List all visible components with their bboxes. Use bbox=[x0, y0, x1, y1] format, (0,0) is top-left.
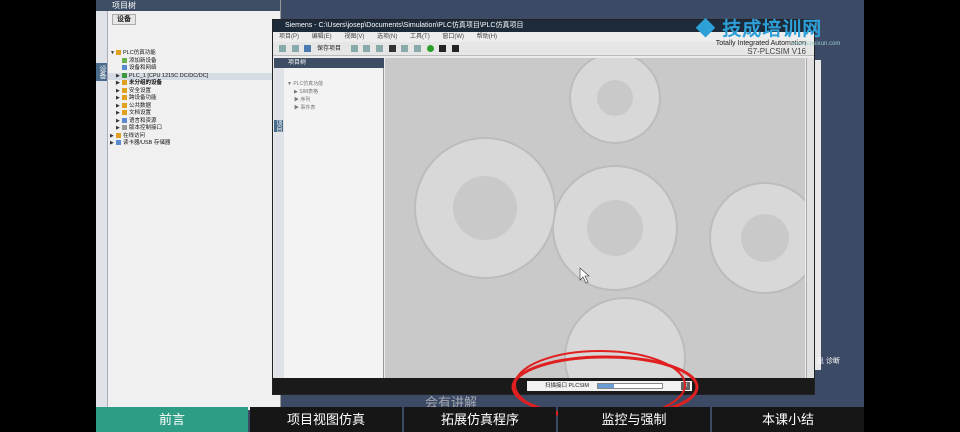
paste-icon[interactable] bbox=[376, 44, 384, 52]
menu-view[interactable]: 视图(V) bbox=[344, 34, 364, 40]
right-strip bbox=[815, 60, 821, 370]
stop-cpu-icon[interactable] bbox=[439, 44, 447, 52]
card-reader-icon bbox=[116, 140, 121, 146]
project-tree-sidebar: 项目 bbox=[274, 68, 284, 379]
redo-icon[interactable] bbox=[414, 44, 422, 52]
cut-icon[interactable] bbox=[350, 44, 358, 52]
tree-item[interactable]: ▶ 版本控制接口 bbox=[108, 125, 281, 133]
menu-tools[interactable]: 工具(T) bbox=[410, 34, 430, 40]
tree-item[interactable]: ▼ PLC仿真功能 bbox=[284, 80, 383, 88]
add-device-icon bbox=[122, 57, 127, 63]
delete-icon[interactable] bbox=[388, 44, 396, 52]
device-tree: ▼ PLC仿真功能 添加新设备 设备和网络 ▶ PLC_1 [CPU 1215C D… bbox=[108, 50, 281, 148]
tree-item[interactable]: ▶ 读卡器/USB 存储器 bbox=[108, 140, 281, 148]
tree-item[interactable]: ▶ 未分组的设备 bbox=[108, 80, 281, 88]
tree-item[interactable]: ▶ 事件表 bbox=[284, 104, 383, 112]
start-cpu-icon[interactable] bbox=[426, 44, 434, 52]
folder-icon bbox=[122, 80, 127, 86]
gears-illustration bbox=[414, 58, 805, 379]
project-icon bbox=[116, 50, 121, 56]
menu-options[interactable]: 选项(N) bbox=[377, 34, 397, 40]
sim-project-tree: ▼ PLC仿真功能 ▶ SIM表格 ▶ 序列 ▶ 事件表 bbox=[284, 68, 384, 379]
cross-device-icon bbox=[122, 95, 127, 101]
plcsim-window: Siemens - C:\Users\josep\Documents\Simul… bbox=[272, 19, 815, 395]
menu-edit[interactable]: 编辑(E) bbox=[312, 34, 332, 40]
tree-item[interactable]: 添加新设备 bbox=[108, 58, 281, 66]
nav-summary[interactable]: 本课小结 bbox=[712, 407, 864, 432]
tree-item[interactable]: ▶ 公共数据 bbox=[108, 103, 281, 111]
tree-item[interactable]: ▼ PLC仿真功能 bbox=[108, 50, 281, 58]
nav-extended-simulation[interactable]: 拓展仿真程序 bbox=[404, 407, 556, 432]
save-project-button[interactable]: 保存项目 bbox=[317, 46, 341, 52]
new-icon[interactable] bbox=[279, 44, 286, 52]
tree-item[interactable]: ▶ 在线访问 bbox=[108, 133, 281, 141]
network-icon bbox=[122, 65, 127, 71]
project-tree-title: 项目树 bbox=[96, 0, 280, 11]
lesson-navigation: 前言 项目视图仿真 拓展仿真程序 监控与强制 本课小结 bbox=[96, 407, 864, 432]
online-icon bbox=[116, 132, 121, 138]
project-tree-title: 项目树 bbox=[274, 58, 384, 68]
vertical-scrollbar[interactable] bbox=[806, 58, 814, 379]
open-icon[interactable] bbox=[291, 44, 299, 52]
project-tree-sidebar: 设备 bbox=[96, 11, 108, 410]
tree-item[interactable]: ▶ 安全设置 bbox=[108, 88, 281, 96]
copy-icon[interactable] bbox=[363, 44, 371, 52]
security-icon bbox=[122, 87, 127, 93]
menu-project[interactable]: 项目(P) bbox=[279, 34, 299, 40]
nav-preface[interactable]: 前言 bbox=[96, 407, 248, 432]
plc-icon bbox=[122, 72, 127, 78]
tree-item[interactable]: ▶ 文档设置 bbox=[108, 110, 281, 118]
tree-item[interactable]: ▶ SIM表格 bbox=[284, 88, 383, 96]
tree-item[interactable]: ▶ 序列 bbox=[284, 96, 383, 104]
nav-monitor-force[interactable]: 监控与强制 bbox=[558, 407, 710, 432]
tree-item[interactable]: 设备和网络 bbox=[108, 65, 281, 73]
side-tab-project[interactable]: 项目 bbox=[274, 120, 283, 132]
tree-item[interactable]: ▶ 跨设备功能 bbox=[108, 95, 281, 103]
folder-icon bbox=[122, 110, 127, 116]
language-icon bbox=[122, 117, 127, 123]
right-panel: 息 诊断 bbox=[815, 0, 864, 410]
menu-help[interactable]: 帮助(H) bbox=[477, 34, 497, 40]
project-tree-panel: 项目树 设备 设备 ▼ PLC仿真功能 添加新设备 设备和网络 ▶ PLC_1 [C… bbox=[96, 0, 281, 410]
menu-window[interactable]: 窗口(W) bbox=[442, 34, 464, 40]
tree-item[interactable]: ▶ PLC_1 [CPU 1215C DC/DC/DC] bbox=[108, 72, 281, 80]
tab-devices[interactable]: 设备 bbox=[112, 14, 136, 25]
workspace-background bbox=[385, 58, 805, 379]
diagnostics-tab[interactable]: 息 诊断 bbox=[817, 356, 840, 366]
version-control-icon bbox=[122, 125, 127, 131]
nav-project-view-simulation[interactable]: 项目视图仿真 bbox=[250, 407, 402, 432]
folder-icon bbox=[122, 102, 127, 108]
tree-item[interactable]: ▶ 语言和资源 bbox=[108, 118, 281, 126]
undo-icon[interactable] bbox=[401, 44, 409, 52]
save-icon[interactable] bbox=[304, 44, 312, 52]
watermark-logo: ◆ 技成培训网 www.jcpeixun.com bbox=[696, 19, 841, 47]
pause-icon[interactable] bbox=[452, 44, 460, 52]
screen-recording: 项目树 设备 设备 ▼ PLC仿真功能 添加新设备 设备和网络 ▶ PLC_1 [C… bbox=[96, 0, 864, 432]
side-tab-devices[interactable]: 设备 bbox=[96, 63, 107, 81]
